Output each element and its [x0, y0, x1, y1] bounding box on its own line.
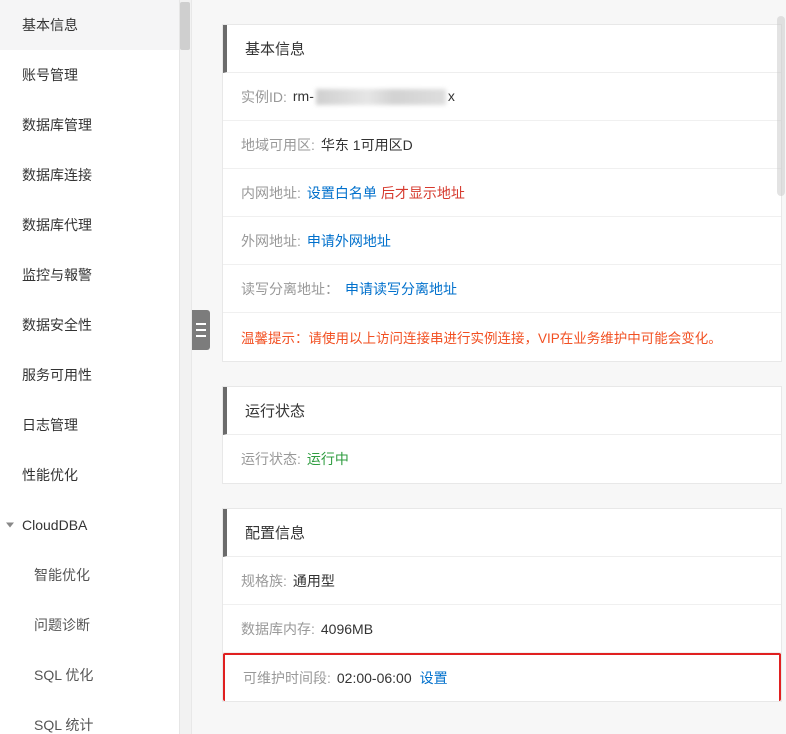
sidebar-item-label: SQL 统计	[34, 717, 93, 733]
row-spec-family: 规格族: 通用型	[223, 557, 781, 605]
panel-status: 运行状态 运行状态: 运行中	[222, 386, 782, 484]
set-whitelist-link[interactable]: 设置白名单	[307, 183, 377, 203]
maintenance-window-value: 02:00-06:00	[337, 670, 412, 686]
field-label: 实例ID:	[241, 87, 287, 107]
apply-internet-link[interactable]: 申请外网地址	[307, 231, 391, 251]
sidebar-item-label: 数据库代理	[22, 217, 92, 233]
sidebar-item-problem-diag[interactable]: 问题诊断	[0, 600, 191, 650]
handle-bar-icon	[196, 323, 206, 325]
sidebar-item-label: 智能优化	[34, 567, 90, 583]
field-hint: 后才显示地址	[381, 183, 465, 203]
field-value: rm-x	[293, 88, 455, 105]
redacted-text	[316, 89, 446, 105]
panel-header: 基本信息	[223, 25, 781, 73]
sidebar-item-label: 监控与報警	[22, 267, 92, 283]
row-internet: 外网地址: 申请外网地址	[223, 217, 781, 265]
sidebar-item-label: 问题诊断	[34, 617, 90, 633]
field-label: 运行状态:	[241, 449, 301, 469]
sidebar-item-label: CloudDBA	[22, 500, 87, 550]
panel-header: 运行状态	[223, 387, 781, 435]
field-label: 内网地址:	[241, 183, 301, 203]
row-intranet: 内网地址: 设置白名单 后才显示地址	[223, 169, 781, 217]
row-region: 地域可用区: 华东 1可用区D	[223, 121, 781, 169]
sidebar-item-log-mgmt[interactable]: 日志管理	[0, 400, 191, 450]
field-label: 规格族:	[241, 571, 287, 591]
sidebar-item-label: 服务可用性	[22, 367, 92, 383]
sidebar-item-monitoring[interactable]: 监控与報警	[0, 250, 191, 300]
row-tip: 温馨提示：请使用以上访问连接串进行实例连接，VIP在业务维护中可能会变化。	[223, 313, 781, 361]
sidebar-item-account-mgmt[interactable]: 账号管理	[0, 50, 191, 100]
sidebar-item-database-conn[interactable]: 数据库连接	[0, 150, 191, 200]
row-maintenance-window: 可维护时间段: 02:00-06:00 设置	[223, 653, 781, 701]
panel-config: 配置信息 规格族: 通用型 数据库内存: 4096MB 可维护时间段: 02:0…	[222, 508, 782, 702]
panel-basic-info: 基本信息 实例ID: rm-x 地域可用区: 华东 1可用区D 内网地址: 设置…	[222, 24, 782, 362]
sidebar-item-label: 日志管理	[22, 417, 78, 433]
main-scrollbar-thumb[interactable]	[777, 16, 785, 196]
caret-down-icon	[6, 523, 14, 528]
sidebar-item-sql-stats[interactable]: SQL 统计	[0, 700, 191, 734]
field-label: 地域可用区:	[241, 135, 315, 155]
sidebar-item-intelligent-opt[interactable]: 智能优化	[0, 550, 191, 600]
sidebar-item-label: SQL 优化	[34, 667, 93, 683]
row-instance-id: 实例ID: rm-x	[223, 73, 781, 121]
row-running-status: 运行状态: 运行中	[223, 435, 781, 483]
sidebar: 基本信息 账号管理 数据库管理 数据库连接 数据库代理 监控与報警 数据安全性 …	[0, 0, 192, 734]
field-label: 读写分离地址：	[241, 279, 339, 299]
field-label: 数据库内存:	[241, 619, 315, 639]
status-value: 运行中	[307, 449, 349, 469]
field-label: 外网地址:	[241, 231, 301, 251]
handle-bar-icon	[196, 335, 206, 337]
field-value: 4096MB	[321, 621, 373, 637]
sidebar-item-sql-opt[interactable]: SQL 优化	[0, 650, 191, 700]
sidebar-item-label: 性能优化	[22, 467, 78, 483]
field-value: 华东 1可用区D	[321, 135, 413, 155]
panel-title: 运行状态	[245, 400, 305, 421]
field-value: 通用型	[293, 571, 335, 591]
instance-id-suffix: x	[448, 88, 455, 104]
sidebar-item-service-ha[interactable]: 服务可用性	[0, 350, 191, 400]
sidebar-item-basic-info[interactable]: 基本信息	[0, 0, 191, 50]
row-memory: 数据库内存: 4096MB	[223, 605, 781, 653]
apply-rw-split-link[interactable]: 申请读写分离地址	[345, 279, 457, 299]
sidebar-item-label: 数据安全性	[22, 317, 92, 333]
sidebar-item-database-proxy[interactable]: 数据库代理	[0, 200, 191, 250]
main-scrollbar[interactable]	[776, 0, 786, 734]
instance-id-prefix: rm-	[293, 88, 314, 104]
sidebar-scrollbar-thumb[interactable]	[180, 2, 190, 50]
row-rw-split: 读写分离地址： 申请读写分离地址	[223, 265, 781, 313]
tip-text: 温馨提示：请使用以上访问连接串进行实例连接，VIP在业务维护中可能会变化。	[241, 327, 722, 347]
app-root: 基本信息 账号管理 数据库管理 数据库连接 数据库代理 监控与報警 数据安全性 …	[0, 0, 786, 734]
set-maintenance-link[interactable]: 设置	[420, 668, 448, 688]
panel-title: 配置信息	[245, 522, 305, 543]
sidebar-item-label: 账号管理	[22, 67, 78, 83]
main-content: 基本信息 实例ID: rm-x 地域可用区: 华东 1可用区D 内网地址: 设置…	[192, 0, 786, 734]
sidebar-item-perf-opt[interactable]: 性能优化	[0, 450, 191, 500]
sidebar-item-data-security[interactable]: 数据安全性	[0, 300, 191, 350]
sidebar-item-label: 数据库连接	[22, 167, 92, 183]
sidebar-group-clouddba[interactable]: CloudDBA	[0, 500, 191, 550]
sidebar-collapse-handle[interactable]	[192, 310, 210, 350]
handle-bar-icon	[196, 329, 206, 331]
sidebar-item-label: 基本信息	[22, 17, 78, 33]
sidebar-item-database-mgmt[interactable]: 数据库管理	[0, 100, 191, 150]
sidebar-item-label: 数据库管理	[22, 117, 92, 133]
panel-title: 基本信息	[245, 38, 305, 59]
panel-header: 配置信息	[223, 509, 781, 557]
sidebar-scrollbar-track[interactable]	[179, 0, 191, 734]
field-label: 可维护时间段:	[243, 668, 331, 688]
